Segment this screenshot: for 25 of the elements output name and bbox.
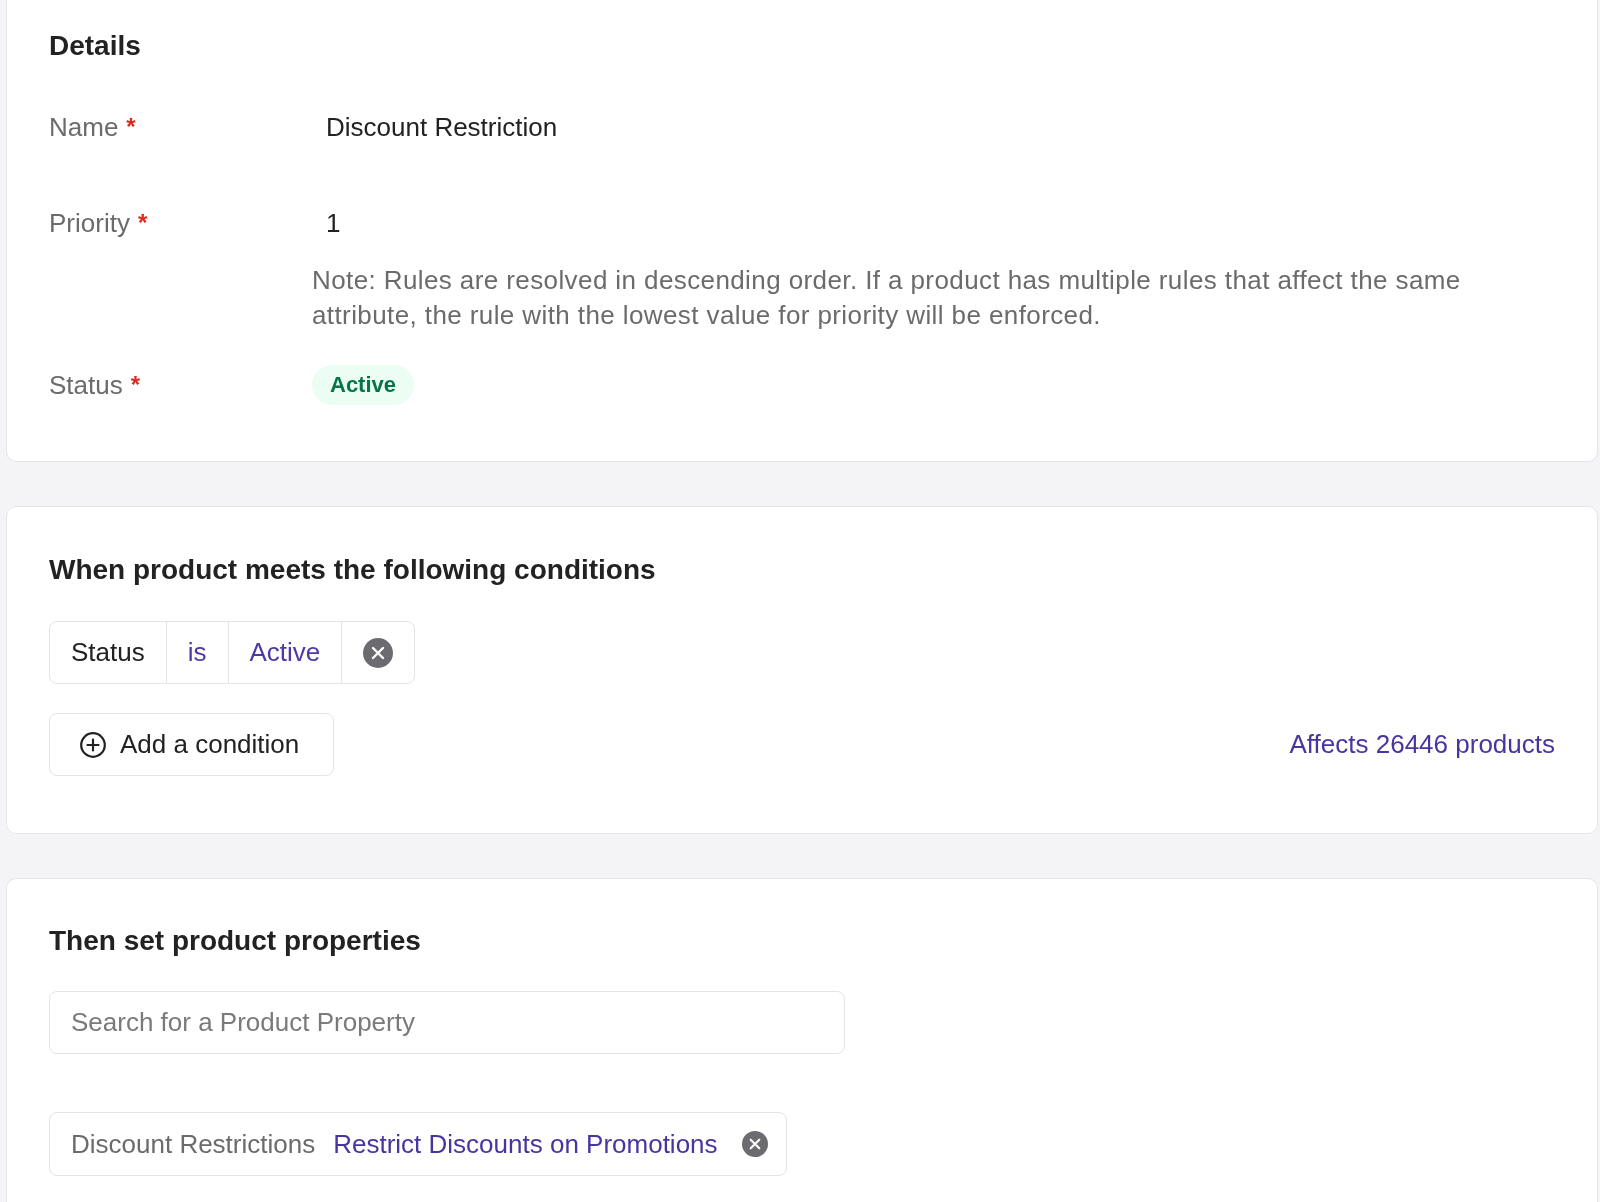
condition-operator-button[interactable]: is: [165, 622, 228, 683]
status-badge: Active: [312, 365, 415, 405]
property-name: Discount Restrictions: [71, 1128, 316, 1160]
required-mark: *: [137, 209, 148, 237]
plus-circle-icon: [80, 731, 106, 758]
close-icon: [363, 637, 394, 668]
field-label: Status: [49, 369, 123, 401]
close-icon: [741, 1131, 768, 1157]
add-condition-button[interactable]: Add a condition: [49, 713, 335, 776]
remove-property-button[interactable]: [739, 1129, 770, 1159]
priority-note: Note: Rules are resolved in descending order. If a product has multiple rules that affect the same attribute, the rule with the lowest value for priority will be enforced.: [312, 264, 1462, 332]
required-mark: *: [126, 113, 136, 141]
required-mark: *: [130, 371, 141, 399]
section-title: When product meets the following conditions: [49, 554, 656, 586]
field-label: Priority: [49, 207, 130, 239]
field-value: Discount Restriction: [325, 111, 559, 144]
field-value: 1: [325, 207, 342, 240]
condition-value-button[interactable]: Active: [227, 622, 342, 683]
field-label: Name: [49, 111, 119, 143]
search-field[interactable]: Search for a Product Property: [49, 991, 845, 1054]
property-value-button[interactable]: Restrict Discounts on Promotions: [333, 1128, 718, 1160]
section-title: Details: [49, 30, 141, 62]
affected-products-link[interactable]: Affects 26446 products: [1289, 729, 1555, 760]
condition-field-button[interactable]: Status: [50, 622, 166, 683]
section-title: Then set product properties: [49, 925, 421, 957]
